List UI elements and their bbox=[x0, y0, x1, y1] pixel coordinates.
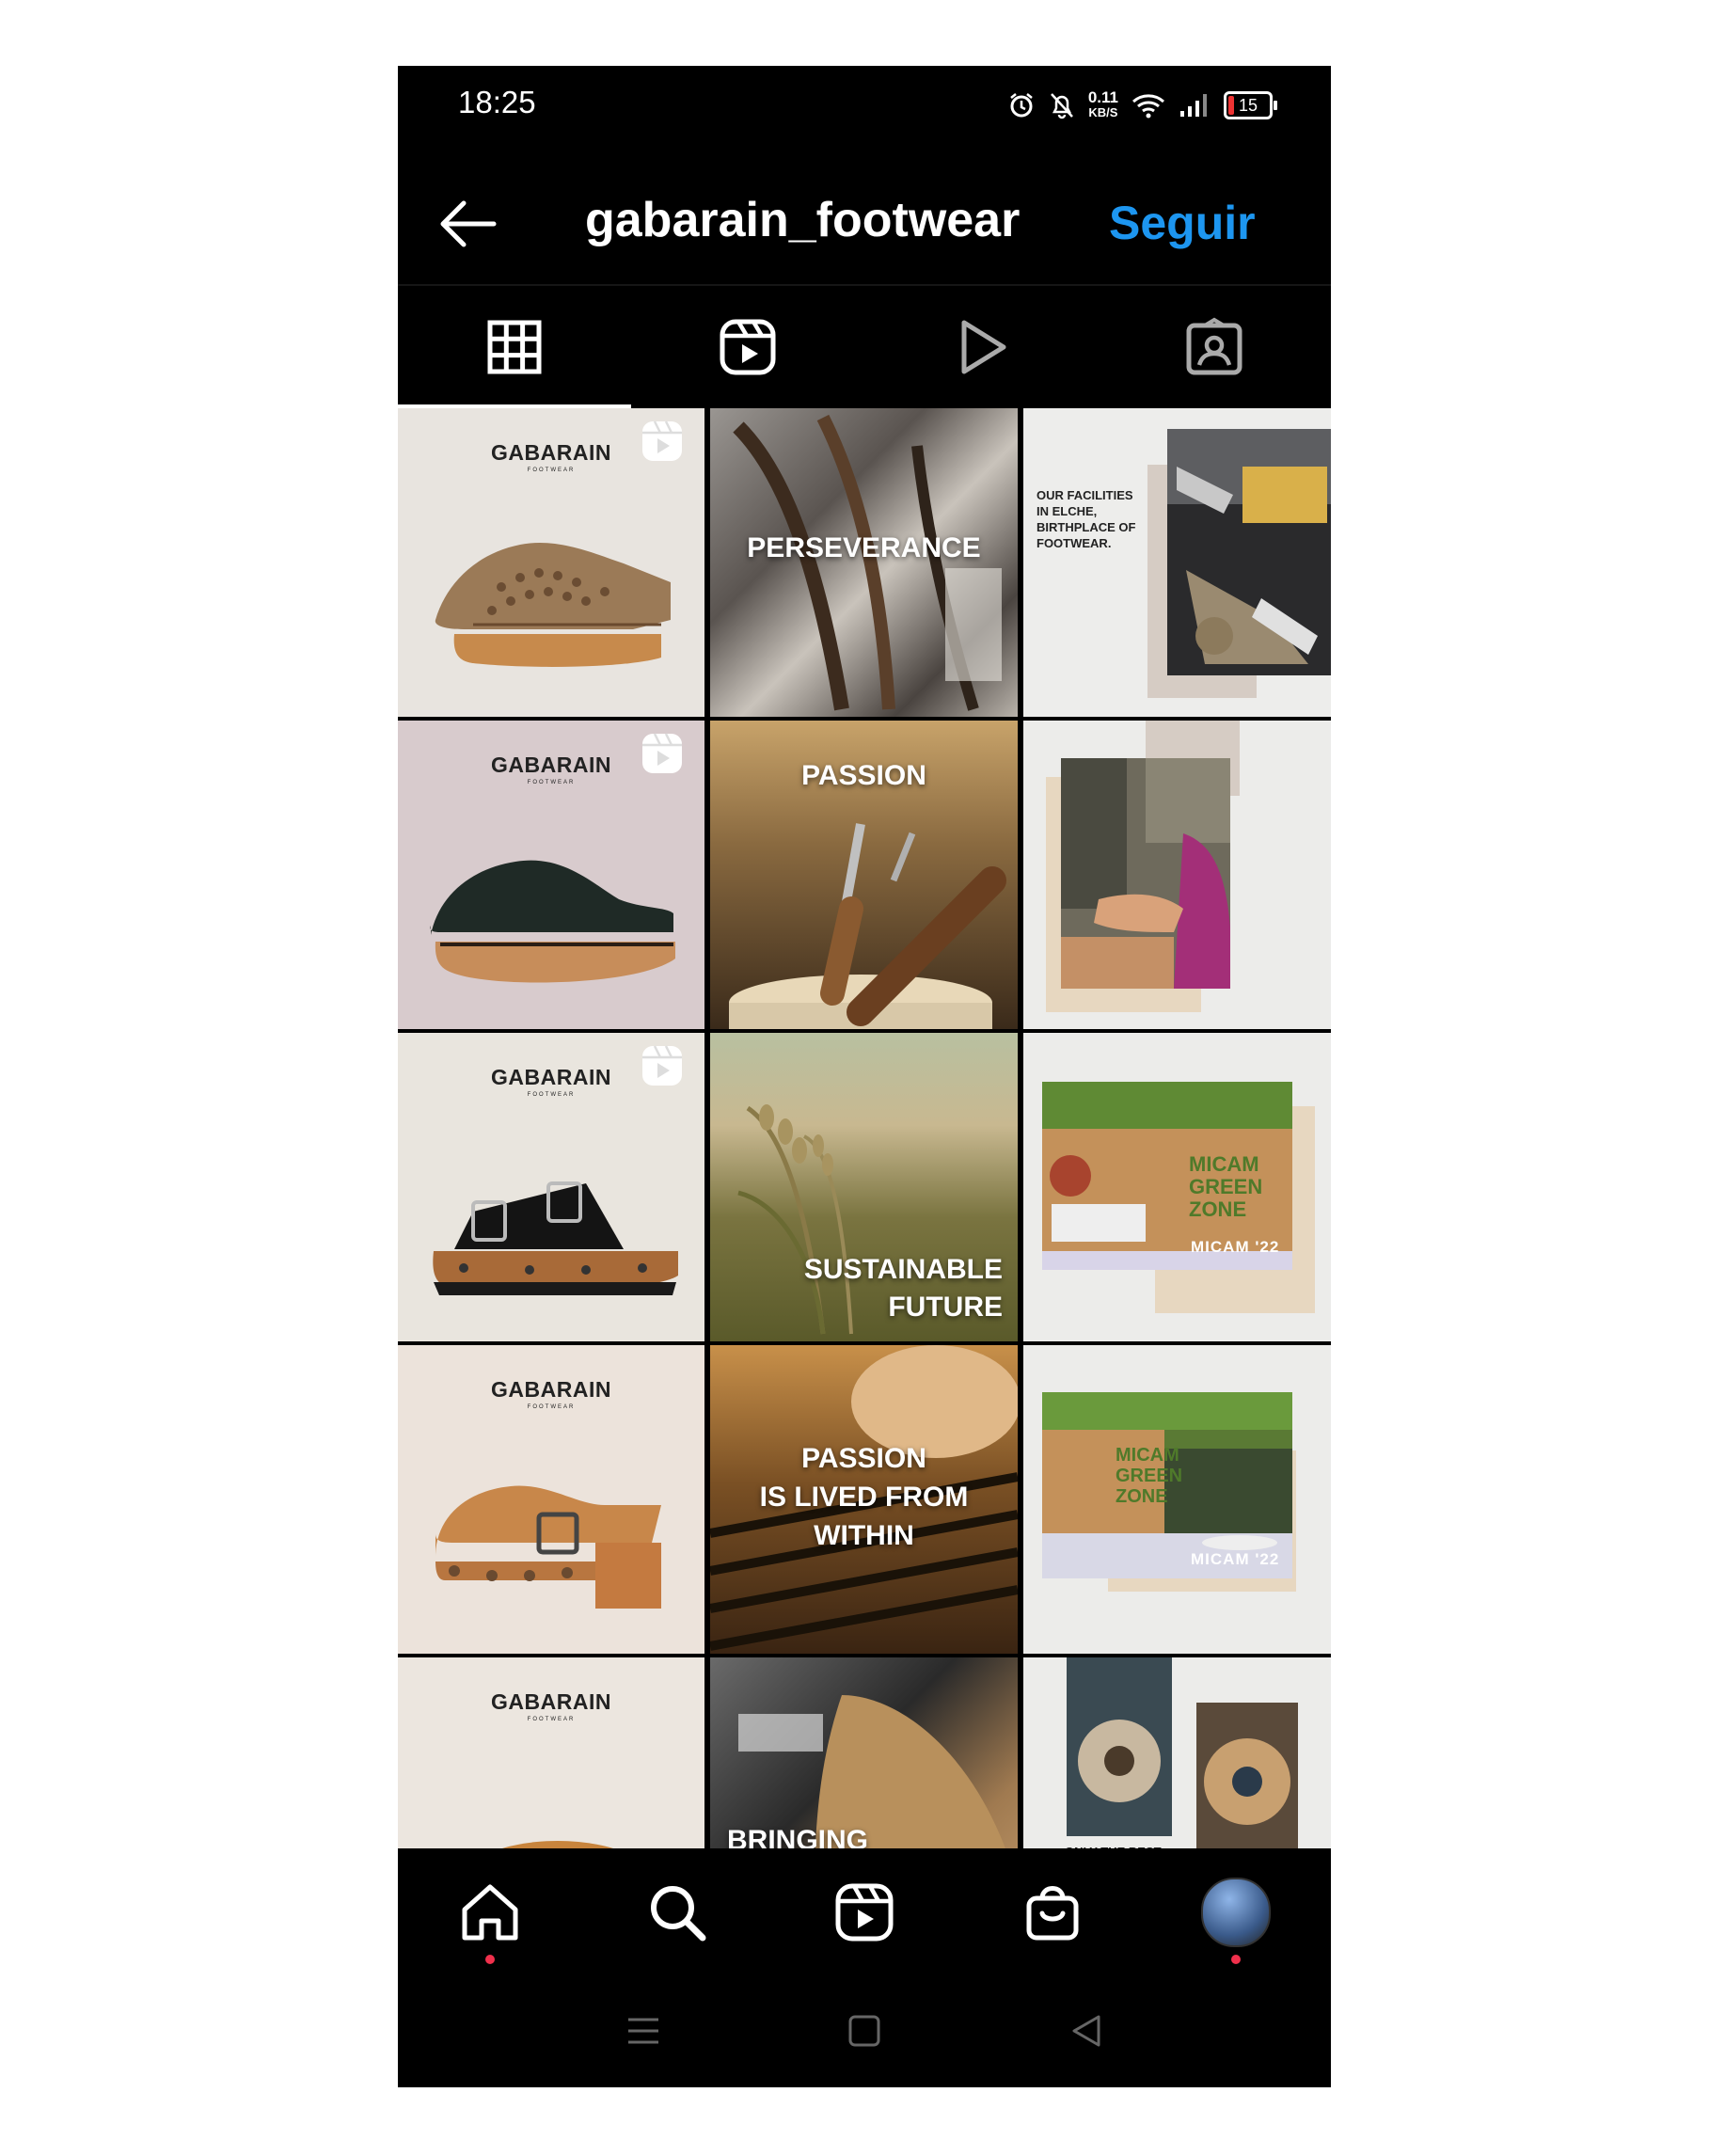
network-speed-value: 0.11 bbox=[1087, 88, 1118, 106]
post-caption-line: WITHIN bbox=[814, 1520, 914, 1551]
post-tile[interactable] bbox=[1023, 721, 1331, 1029]
profile-avatar bbox=[1201, 1878, 1271, 1947]
profile-tabs bbox=[398, 286, 1331, 408]
mute-bell-icon bbox=[1050, 93, 1073, 119]
notification-dot bbox=[1231, 1955, 1241, 1964]
status-bar: 18:25 0.11 KB/S 15 bbox=[398, 66, 1331, 143]
network-speed-unit: KB/S bbox=[1088, 105, 1118, 119]
post-caption-line: IS LIVED FROM bbox=[759, 1482, 969, 1513]
grid-tab-icon bbox=[487, 320, 542, 374]
post-tile[interactable]: MICAM GREEN ZONE MICAM '22 bbox=[1023, 1345, 1331, 1654]
nav-profile[interactable] bbox=[1198, 1875, 1274, 1950]
post-tile[interactable]: GABARAIN FOOTWEAR bbox=[398, 721, 704, 1029]
profile-header: gabarain_footwear Seguir bbox=[398, 177, 1331, 271]
network-speed: 0.11 KB/S bbox=[1087, 88, 1118, 120]
post-tile[interactable]: PASSION bbox=[710, 721, 1018, 1029]
phone-screen: 18:25 0.11 KB/S 15 gabarain_footwear Seg… bbox=[398, 66, 1331, 2087]
notification-dot bbox=[485, 1955, 495, 1964]
post-caption: MICAM '22 bbox=[1191, 1238, 1280, 1256]
tab-reels[interactable] bbox=[631, 286, 864, 408]
battery-level: 15 bbox=[1238, 96, 1258, 115]
reels-icon bbox=[835, 1883, 894, 1942]
posts-grid: GABARAIN FOOTWEAR PERSEVERANCE OUR FACILI… bbox=[398, 408, 1331, 1966]
post-tile[interactable]: GABARAIN FOOTWEAR bbox=[398, 408, 704, 717]
menu-icon[interactable] bbox=[625, 2012, 662, 2050]
post-tile[interactable]: PERSEVERANCE bbox=[710, 408, 1018, 717]
signal-icon bbox=[1180, 94, 1207, 117]
post-caption-line: SUSTAINABLE bbox=[803, 1254, 1003, 1285]
system-navigation bbox=[398, 1976, 1331, 2087]
tab-posts-grid[interactable] bbox=[398, 286, 631, 408]
brush-photo bbox=[1196, 1703, 1298, 1857]
post-caption-line: PASSION bbox=[801, 1443, 926, 1474]
factory-photo bbox=[1167, 429, 1331, 675]
post-tile[interactable]: GABARAIN FOOTWEAR bbox=[398, 1033, 704, 1341]
post-caption: SUSTAINABLE FUTURE bbox=[804, 1251, 1003, 1326]
post-tile[interactable]: SUSTAINABLE FUTURE bbox=[710, 1033, 1018, 1341]
alarm-icon bbox=[1010, 93, 1033, 118]
bottom-navigation bbox=[398, 1848, 1331, 1976]
post-tile[interactable]: OUR FACILITIES IN ELCHE, BIRTHPLACE OF F… bbox=[1023, 408, 1331, 717]
micam-sign: MICAM GREEN ZONE bbox=[1189, 1152, 1263, 1221]
post-caption: PASSION bbox=[801, 760, 926, 791]
home-icon bbox=[462, 1884, 518, 1941]
home-square-icon[interactable] bbox=[846, 2012, 883, 2050]
battery-icon: 15 bbox=[1224, 91, 1277, 119]
post-tile[interactable]: PASSION IS LIVED FROM WITHIN bbox=[710, 1345, 1018, 1654]
post-caption-line: FUTURE bbox=[888, 1292, 1003, 1323]
shoe-image bbox=[435, 1485, 661, 1609]
status-time: 18:25 bbox=[458, 85, 536, 119]
tagged-tab-icon bbox=[1186, 317, 1242, 375]
nav-home[interactable] bbox=[452, 1875, 528, 1950]
shoe-image bbox=[430, 860, 675, 983]
search-icon bbox=[651, 1886, 706, 1942]
shoe-image bbox=[435, 543, 671, 667]
status-icons: 0.11 KB/S 15 bbox=[1007, 87, 1277, 124]
post-caption: PERSEVERANCE bbox=[747, 532, 981, 563]
profile-username: gabarain_footwear bbox=[585, 193, 1021, 247]
brush-photo bbox=[1067, 1657, 1172, 1836]
nav-shop[interactable] bbox=[1015, 1875, 1090, 1950]
nav-search[interactable] bbox=[640, 1875, 715, 1950]
wifi-icon bbox=[1132, 94, 1164, 119]
post-tile[interactable]: GABARAIN FOOTWEAR bbox=[398, 1345, 704, 1654]
follow-button[interactable]: Seguir bbox=[1109, 196, 1256, 250]
artisan-photo bbox=[1061, 758, 1230, 989]
post-caption: PASSION IS LIVED FROM WITHIN bbox=[710, 1439, 1018, 1555]
post-caption: MICAM '22 bbox=[1191, 1550, 1280, 1568]
reels-tab-icon bbox=[720, 319, 776, 375]
back-arrow-icon[interactable] bbox=[437, 198, 499, 250]
videos-tab-icon bbox=[961, 320, 1006, 374]
shoe-image bbox=[433, 1181, 678, 1295]
tab-tagged[interactable] bbox=[1098, 286, 1331, 408]
back-triangle-icon[interactable] bbox=[1068, 2012, 1106, 2050]
micam-sign: MICAM GREEN ZONE bbox=[1116, 1445, 1183, 1507]
nav-reels[interactable] bbox=[827, 1875, 902, 1950]
tab-videos[interactable] bbox=[864, 286, 1098, 408]
post-caption: OUR FACILITIES IN ELCHE, BIRTHPLACE OF F… bbox=[1037, 488, 1136, 550]
post-tile[interactable]: MICAM GREEN ZONE MICAM '22 bbox=[1023, 1033, 1331, 1341]
shop-icon bbox=[1026, 1886, 1079, 1941]
